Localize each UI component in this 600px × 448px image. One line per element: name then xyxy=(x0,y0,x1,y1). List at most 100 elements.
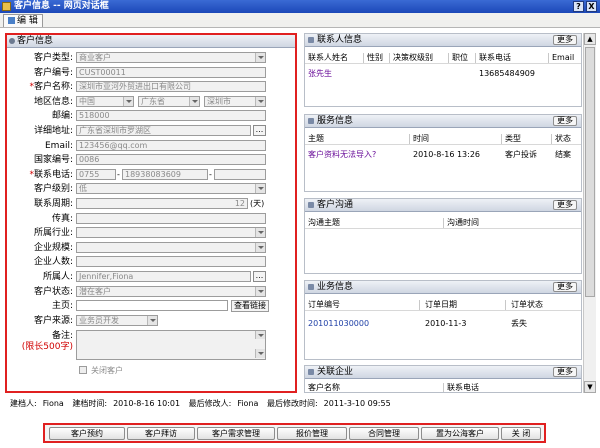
row-closed: 关闭客户 xyxy=(7,365,295,377)
contacts-panel: 联系人信息 更多 联系人姓名 性别 决策权级别 职位 联系电话 Email 张先… xyxy=(304,33,582,107)
service-type: 客户投诉 xyxy=(505,150,537,159)
province-value: 广东省 xyxy=(141,97,165,106)
customer-info-header: 客户信息 xyxy=(7,35,295,48)
created-value: 2010-8-16 10:01 xyxy=(113,399,181,408)
needs-management-button[interactable]: 客户需求管理 xyxy=(197,427,275,440)
related-header: 关联企业 更多 xyxy=(305,366,581,379)
modifier-label: 最后修改人: xyxy=(188,399,232,408)
country-value: 中国 xyxy=(79,97,95,106)
services-title: 服务信息 xyxy=(317,116,354,126)
email-field[interactable]: 123456@qq.com xyxy=(76,140,266,151)
table-row[interactable]: 张先生 13685484909 xyxy=(305,68,581,80)
owner-field[interactable]: Jennifer,Fiona xyxy=(76,271,251,282)
row-owner: 所属人: Jennifer,Fiona ... xyxy=(7,271,295,283)
related-columns: 客户名称 联系电话 xyxy=(305,381,581,392)
scroll-down-arrow-icon[interactable]: ▼ xyxy=(584,381,596,393)
phone-dash-2: - xyxy=(209,170,212,179)
headcount-field[interactable] xyxy=(76,256,266,267)
row-homepage: 主页: 查看链接 xyxy=(7,300,295,312)
col-order-no: 订单编号 xyxy=(308,300,340,309)
owner-picker-button[interactable]: ... xyxy=(253,271,266,282)
row-industry: 所属行业: xyxy=(7,227,295,239)
contacts-more-button[interactable]: 更多 xyxy=(553,35,577,45)
set-public-button[interactable]: 置为公海客户 xyxy=(421,427,499,440)
business-more-button[interactable]: 更多 xyxy=(553,282,577,292)
chevron-down-icon xyxy=(255,287,265,296)
scale-label: 企业规模: xyxy=(33,243,73,253)
view-link-button[interactable]: 查看链接 xyxy=(231,300,269,312)
app-icon xyxy=(2,2,11,11)
chevron-down-icon xyxy=(255,184,265,193)
close-button[interactable]: 关 闭 xyxy=(501,427,541,440)
country-select[interactable]: 中国 xyxy=(76,96,134,107)
customer-name-value: 深圳市亚河外贸进出口有限公司 xyxy=(79,82,191,91)
scroll-thumb[interactable] xyxy=(585,47,595,297)
postcode-field[interactable]: 518000 xyxy=(76,110,266,121)
edit-tab[interactable]: 编 辑 xyxy=(3,14,43,27)
phone-area-value: 0755 xyxy=(79,170,100,179)
col-separator xyxy=(505,300,506,310)
customer-name-field[interactable]: 深圳市亚河外贸进出口有限公司 xyxy=(76,81,266,92)
scroll-up-arrow-icon[interactable]: ▲ xyxy=(584,33,596,45)
appointment-button[interactable]: 客户预约 xyxy=(49,427,125,440)
contract-management-button[interactable]: 合同管理 xyxy=(349,427,419,440)
country-code-field[interactable]: 0086 xyxy=(76,154,266,165)
customer-type-select[interactable]: 商业客户 xyxy=(76,52,266,63)
related-more-button[interactable]: 更多 xyxy=(553,367,577,377)
homepage-field[interactable] xyxy=(76,300,228,311)
vertical-scrollbar[interactable]: ▲ ▼ xyxy=(583,33,596,393)
fax-field[interactable] xyxy=(76,213,266,224)
services-more-button[interactable]: 更多 xyxy=(553,116,577,126)
scroll-up-icon xyxy=(255,331,265,339)
remark-textarea[interactable] xyxy=(76,330,266,360)
level-select[interactable]: 低 xyxy=(76,183,266,194)
row-customer-name: *客户名称: 深圳市亚河外贸进出口有限公司 xyxy=(7,81,295,93)
col-status: 状态 xyxy=(555,134,571,143)
communication-more-button[interactable]: 更多 xyxy=(553,200,577,210)
country-code-value: 0086 xyxy=(79,155,100,164)
status-select[interactable]: 潜在客户 xyxy=(76,286,266,297)
phone-number-field[interactable]: 18938083609 xyxy=(122,169,208,180)
address-field[interactable]: 广东省深圳市罗湖区 xyxy=(76,125,251,136)
city-select[interactable]: 深圳市 xyxy=(204,96,266,107)
col-order-status: 订单状态 xyxy=(511,300,543,309)
source-select[interactable]: 业务员开发 xyxy=(76,315,158,326)
headcount-label: 企业人数: xyxy=(33,257,73,267)
help-button[interactable]: ? xyxy=(573,1,584,12)
related-panel: 关联企业 更多 客户名称 联系电话 xyxy=(304,365,582,393)
table-row[interactable]: 客户资料无法导入? 2010-8-16 13:26 客户投诉 结案 xyxy=(305,149,581,161)
order-no-link[interactable]: 201011030000 xyxy=(308,318,369,329)
business-columns: 订单编号 订单日期 订单状态 xyxy=(305,298,581,311)
creator-value: Fiona xyxy=(42,399,64,408)
industry-select[interactable] xyxy=(76,227,266,238)
visit-button[interactable]: 客户拜访 xyxy=(127,427,195,440)
table-row[interactable]: 201011030000 2010-11-3 丢失 xyxy=(305,318,581,330)
contact-name-link[interactable]: 张先生 xyxy=(308,68,332,79)
col-comm-time: 沟通时间 xyxy=(447,218,479,227)
province-select[interactable]: 广东省 xyxy=(138,96,200,107)
period-value: 12 xyxy=(234,199,245,208)
close-window-button[interactable]: X xyxy=(586,1,597,12)
service-subject-link[interactable]: 客户资料无法导入? xyxy=(308,149,376,160)
col-separator xyxy=(548,53,549,63)
phone-ext-field[interactable] xyxy=(214,169,266,180)
remark-limit-note: (限长500字) xyxy=(21,342,73,352)
phone-area-field[interactable]: 0755 xyxy=(76,169,116,180)
col-separator xyxy=(475,53,476,63)
row-source: 客户来源: 业务员开发 xyxy=(7,315,295,327)
period-field[interactable]: 12 xyxy=(76,198,248,209)
service-time: 2010-8-16 13:26 xyxy=(413,150,480,159)
col-order-date: 订单日期 xyxy=(425,300,457,309)
scale-select[interactable] xyxy=(76,242,266,253)
address-picker-button[interactable]: ... xyxy=(253,125,266,136)
address-value: 广东省深圳市罗湖区 xyxy=(79,126,151,135)
closed-checkbox[interactable] xyxy=(79,366,87,374)
modified-label: 最后修改时间: xyxy=(266,399,318,408)
customer-no-value: CUST00011 xyxy=(79,68,126,77)
pencil-icon xyxy=(8,17,15,24)
services-header: 服务信息 更多 xyxy=(305,115,581,128)
section-bullet-icon xyxy=(9,38,15,44)
customer-no-field[interactable]: CUST00011 xyxy=(76,67,266,78)
row-scale: 企业规模: xyxy=(7,242,295,254)
quote-management-button[interactable]: 报价管理 xyxy=(277,427,347,440)
